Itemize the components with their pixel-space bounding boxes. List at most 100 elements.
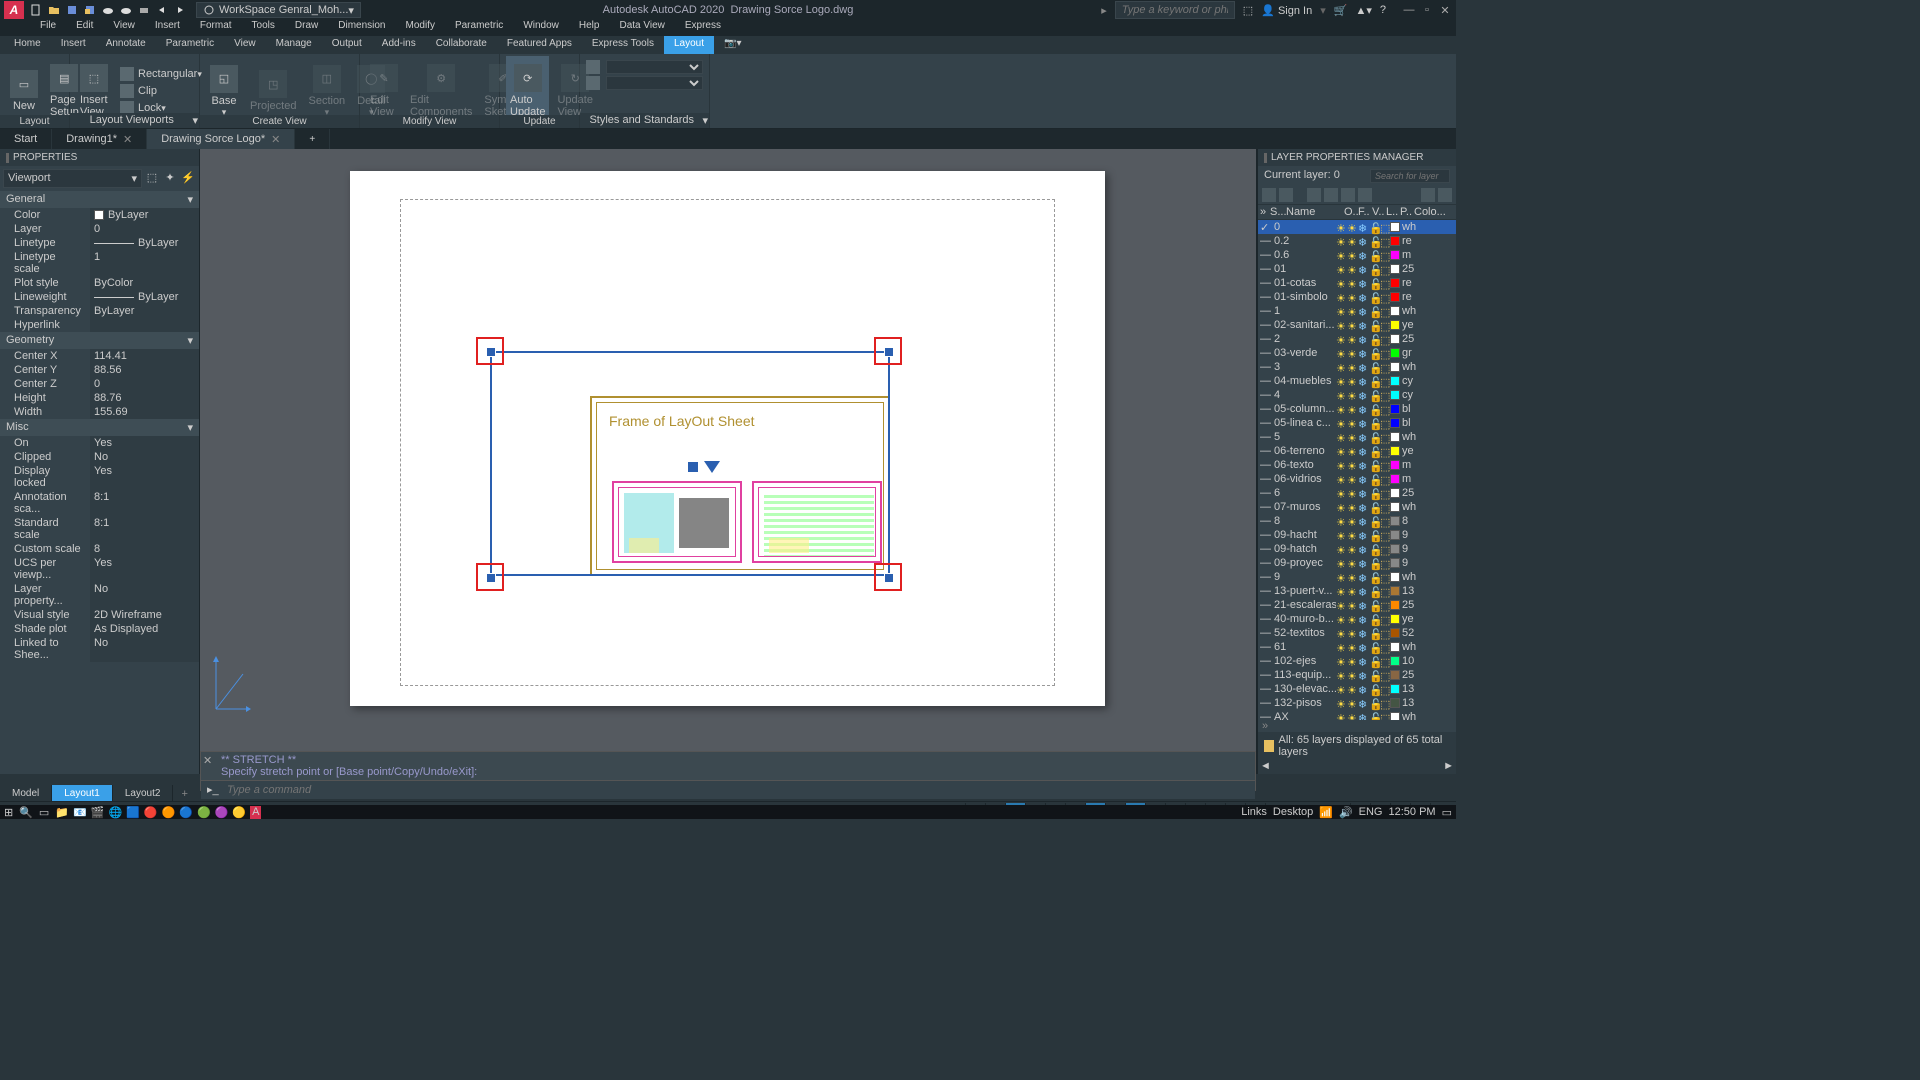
layer-row[interactable]: —01☀☀❄🔓⬚25 [1258,262,1456,276]
app-menu-icon[interactable]: ▲▾ [1355,4,1371,17]
drawing-canvas[interactable]: Frame of LayOut Sheet [200,149,1256,774]
settings-icon[interactable] [1438,188,1452,202]
desktop-label[interactable]: Desktop [1273,806,1313,818]
menu-modify[interactable]: Modify [396,20,445,36]
links-label[interactable]: Links [1241,806,1267,818]
style-icon[interactable] [586,60,600,74]
layer-list[interactable]: ✓0☀☀❄🔓⬚wh—0.2☀☀❄🔓⬚re—0.6☀☀❄🔓⬚m—01☀☀❄🔓⬚25… [1258,220,1456,720]
layer-search-input[interactable] [1370,169,1450,183]
restore-icon[interactable]: ▫ [1420,3,1434,17]
layer-row[interactable]: —07-muros☀☀❄🔓⬚wh [1258,500,1456,514]
layer-row[interactable]: —06-texto☀☀❄🔓⬚m [1258,458,1456,472]
grip-tl[interactable] [486,347,496,357]
ribbon-tab-parametric[interactable]: Parametric [156,36,224,54]
prop-row[interactable]: LinetypeByLayer [0,236,199,250]
object-type-combo[interactable]: Viewport▾ [3,169,142,188]
help-icon[interactable]: ? [1380,4,1386,16]
new-layer-vp-icon[interactable] [1279,188,1293,202]
layer-row[interactable]: —09-hatch☀☀❄🔓⬚9 [1258,542,1456,556]
prop-row[interactable]: Center Y88.56 [0,363,199,377]
menu-express[interactable]: Express [675,20,731,36]
layer-row[interactable]: —5☀☀❄🔓⬚wh [1258,430,1456,444]
workspace-combo[interactable]: WorkSpace Genral_Moh... ▾ [196,2,361,18]
signin-button[interactable]: 👤 Sign In [1261,4,1312,17]
prop-row[interactable]: Center Z0 [0,377,199,391]
layer-row[interactable]: —09-hacht☀☀❄🔓⬚9 [1258,528,1456,542]
prop-section-misc[interactable]: Misc▾ [0,419,199,436]
layer-row[interactable]: —06-terreno☀☀❄🔓⬚ye [1258,444,1456,458]
ribbon-tab-home[interactable]: Home [4,36,51,54]
layer-row[interactable]: —04-muebles☀☀❄🔓⬚cy [1258,374,1456,388]
prop-section-general[interactable]: General▾ [0,191,199,208]
ribbon-tab-insert[interactable]: Insert [51,36,96,54]
file-tab[interactable]: Drawing1*✕ [52,129,147,149]
redo-icon[interactable] [172,2,188,18]
menu-file[interactable]: File [30,20,66,36]
file-tab[interactable]: Start [0,129,52,149]
prop-row[interactable]: Layer property...No [0,582,199,608]
menu-window[interactable]: Window [513,20,569,36]
quickselect-icon[interactable]: ⚡ [180,169,196,185]
prop-row[interactable]: Height88.76 [0,391,199,405]
file-tab-add[interactable]: + [295,129,330,149]
refresh-icon[interactable] [1421,188,1435,202]
save-icon[interactable] [64,2,80,18]
layer-states-icon[interactable] [1307,188,1321,202]
layer-columns[interactable]: » S... Name O.. F.. V.. L.. P.. Colo... [1258,205,1456,220]
prop-row[interactable]: ClippedNo [0,450,199,464]
layer-row[interactable]: —2☀☀❄🔓⬚25 [1258,332,1456,346]
grip-tr[interactable] [884,347,894,357]
prop-row[interactable]: OnYes [0,436,199,450]
ribbon-tab-output[interactable]: Output [322,36,372,54]
prop-row[interactable]: Width155.69 [0,405,199,419]
prop-row[interactable]: Visual style2D Wireframe [0,608,199,622]
prop-row[interactable]: Hyperlink [0,318,199,332]
prop-row[interactable]: Center X114.41 [0,349,199,363]
layer-row[interactable]: —3☀☀❄🔓⬚wh [1258,360,1456,374]
layer-row[interactable]: —AX☀☀❄🔓⬚wh [1258,710,1456,720]
layer-row[interactable]: —03-verde☀☀❄🔓⬚gr [1258,346,1456,360]
layer-row[interactable]: —0.2☀☀❄🔓⬚re [1258,234,1456,248]
clip-button[interactable]: Clip [116,83,206,99]
menu-dimension[interactable]: Dimension [328,20,395,36]
ribbon-tab-collaborate[interactable]: Collaborate [426,36,497,54]
menu-parametric[interactable]: Parametric [445,20,513,36]
prop-row[interactable]: Shade plotAs Displayed [0,622,199,636]
pickadd-icon[interactable]: ⬚ [144,169,160,185]
print-icon[interactable] [136,2,152,18]
tab-close-icon[interactable]: ✕ [123,133,132,146]
menu-dataview[interactable]: Data View [609,20,674,36]
menu-format[interactable]: Format [190,20,242,36]
layer-row[interactable]: —52-textitos☀☀❄🔓⬚52 [1258,626,1456,640]
layer-row[interactable]: —09-proyec☀☀❄🔓⬚9 [1258,556,1456,570]
menu-view[interactable]: View [103,20,145,36]
layer-row[interactable]: —130-elevac...☀☀❄🔓⬚13 [1258,682,1456,696]
standard-combo[interactable] [606,76,703,90]
new-layer-icon[interactable] [1262,188,1276,202]
layer-row[interactable]: —40-muro-b...☀☀❄🔓⬚ye [1258,612,1456,626]
tab-close-icon[interactable]: ✕ [271,133,280,146]
ribbon-extra-icon[interactable]: 📷▾ [714,36,751,54]
prop-row[interactable]: Layer0 [0,222,199,236]
layer-row[interactable]: —13-puert-v...☀☀❄🔓⬚13 [1258,584,1456,598]
minimize-icon[interactable]: — [1402,3,1416,17]
share-icon[interactable]: ⬚ [1243,4,1253,17]
grip-br[interactable] [884,573,894,583]
undo-icon[interactable] [154,2,170,18]
menu-insert[interactable]: Insert [145,20,190,36]
grip-bl[interactable] [486,573,496,583]
layer-row[interactable]: —4☀☀❄🔓⬚cy [1258,388,1456,402]
prop-row[interactable]: Annotation sca...8:1 [0,490,199,516]
ribbon-tab-featuredapps[interactable]: Featured Apps [497,36,582,54]
taskview-icon[interactable]: ▭ [39,806,49,819]
layer-row[interactable]: —1☀☀❄🔓⬚wh [1258,304,1456,318]
layer-row[interactable]: —6☀☀❄🔓⬚25 [1258,486,1456,500]
delete-layer-icon[interactable] [1341,188,1355,202]
ribbon-tab-add-ins[interactable]: Add-ins [372,36,426,54]
prop-row[interactable]: Linked to Shee...No [0,636,199,662]
prop-section-geometry[interactable]: Geometry▾ [0,332,199,349]
menu-edit[interactable]: Edit [66,20,103,36]
clock[interactable]: 12:50 PM [1389,806,1436,818]
layer-hscroll[interactable]: ◄► [1258,760,1456,774]
layer-row[interactable]: —8☀☀❄🔓⬚8 [1258,514,1456,528]
